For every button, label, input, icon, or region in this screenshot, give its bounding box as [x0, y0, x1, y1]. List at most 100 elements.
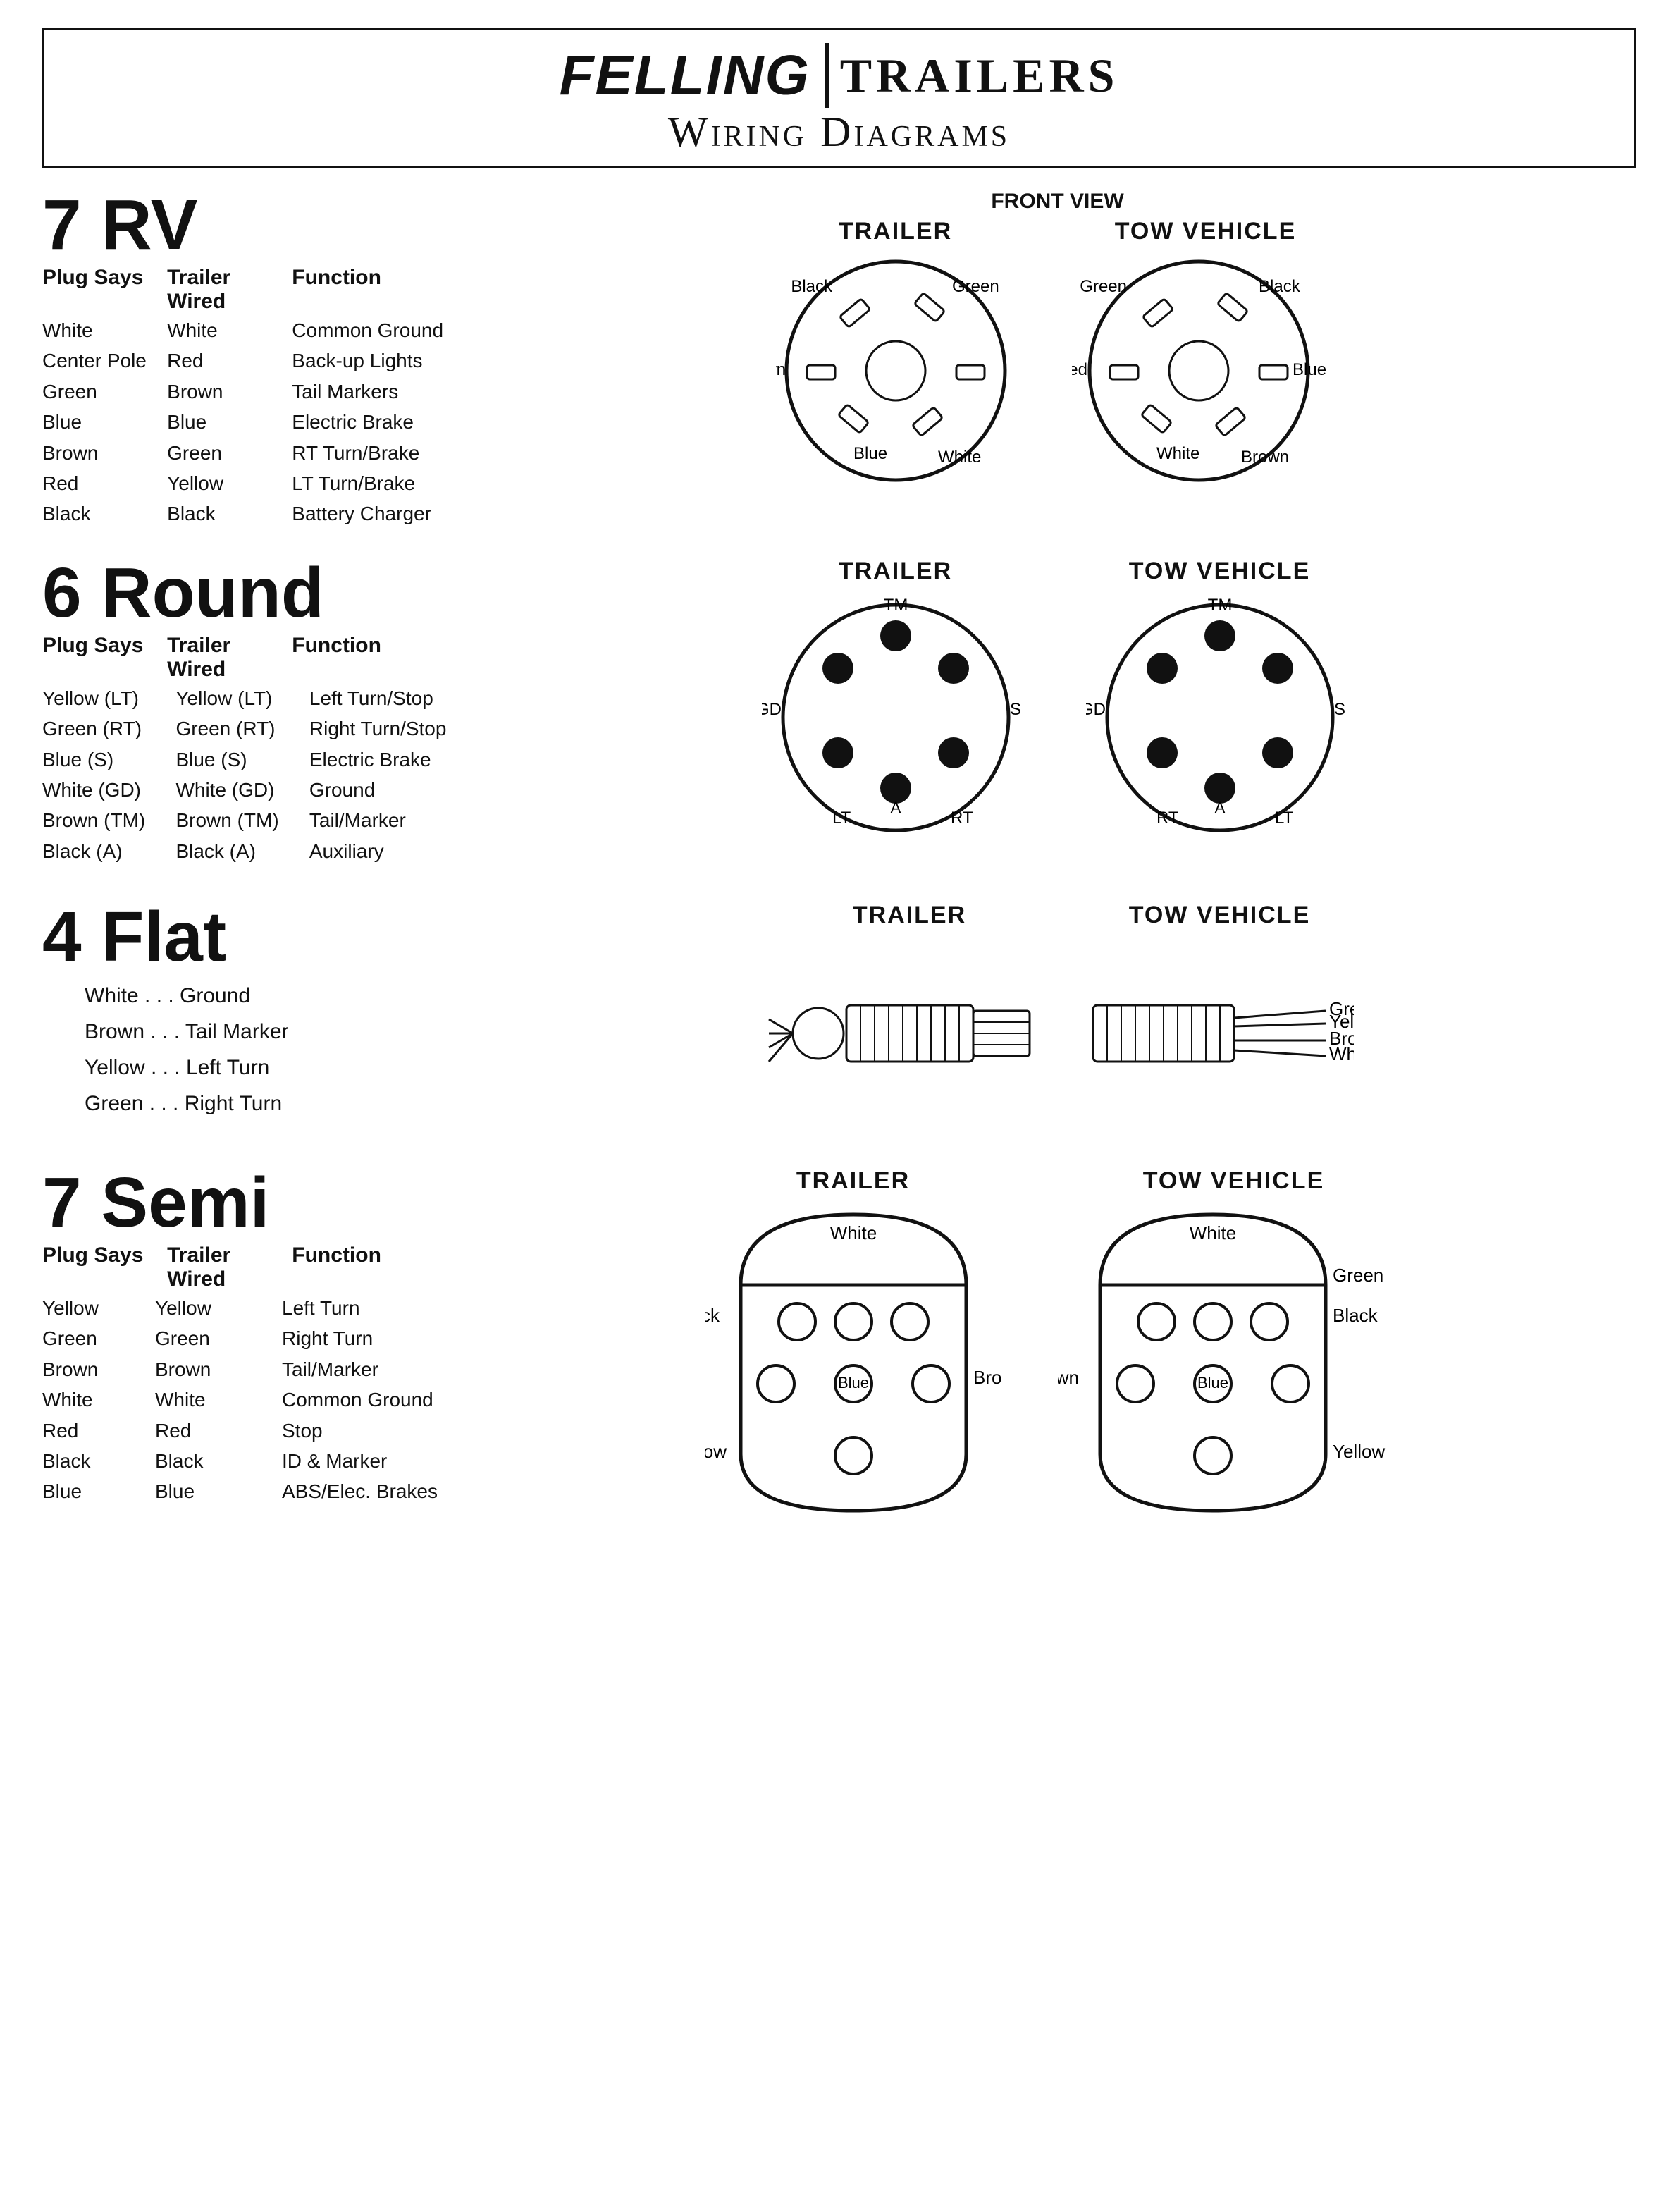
- table-row: Center Pole Red Back-up Lights: [42, 345, 479, 376]
- table-row: Green Brown Tail Markers: [42, 376, 479, 407]
- table-row: Black Black ID & Marker: [42, 1446, 479, 1476]
- table-row: Green (RT) Green (RT) Right Turn/Stop: [42, 713, 479, 744]
- flat4-item3: Yellow . . . Left Turn: [85, 1050, 479, 1086]
- table-row: White (GD) White (GD) Ground: [42, 775, 479, 805]
- svg-text:Yellow: Yellow: [705, 1441, 727, 1462]
- semi7-col-wired: Trailer Wired: [167, 1243, 292, 1291]
- header-brand: FELLING TRAILERS: [58, 43, 1620, 108]
- flat4-tow-container: TOW VEHICLE: [1086, 902, 1354, 1132]
- round6-trailer-svg: TM GD LT RT S A: [762, 591, 1030, 844]
- rv7-diagram-row: TRAILER: [479, 218, 1636, 491]
- svg-text:LT: LT: [1275, 809, 1294, 828]
- rv7-rows: White White Common Ground Center Pole Re…: [42, 315, 479, 529]
- svg-text:LT: LT: [832, 809, 851, 828]
- round6-table-header: Plug Says Trailer Wired Function: [42, 634, 479, 682]
- svg-text:White: White: [1189, 1222, 1235, 1243]
- semi7-tow-title: TOW VEHICLE: [1143, 1167, 1325, 1195]
- svg-text:Brown: Brown: [1058, 1367, 1079, 1388]
- table-row: White White Common Ground: [42, 1384, 479, 1415]
- svg-text:Blue: Blue: [853, 444, 887, 463]
- semi7-trailer-svg: White Black Blue Yellow Brown: [705, 1200, 1001, 1525]
- flat4-tow-svg: Green Yellow Brown White: [1086, 935, 1354, 1132]
- brand-felling: FELLING: [560, 43, 829, 108]
- flat4-left: 4 Flat White . . . Ground Brown . . . Ta…: [42, 902, 479, 1122]
- svg-text:Brown: Brown: [973, 1367, 1001, 1388]
- flat4-trailer-title: TRAILER: [853, 902, 966, 929]
- semi7-left: 7 Semi Plug Says Trailer Wired Function …: [42, 1167, 479, 1507]
- svg-text:Yellow: Yellow: [1333, 1441, 1385, 1462]
- svg-text:Black: Black: [705, 1305, 720, 1326]
- svg-text:White: White: [829, 1222, 876, 1243]
- rv7-col-plug: Plug Says: [42, 266, 167, 314]
- table-row: Blue Blue Electric Brake: [42, 407, 479, 437]
- round6-col-plug: Plug Says: [42, 634, 167, 682]
- svg-text:Black: Black: [791, 277, 833, 296]
- flat4-section: 4 Flat White . . . Ground Brown . . . Ta…: [42, 902, 1636, 1132]
- table-row: Black Black Battery Charger: [42, 498, 479, 529]
- table-row: Brown Brown Tail/Marker: [42, 1354, 479, 1384]
- svg-text:White: White: [1156, 444, 1199, 463]
- semi7-title: 7 Semi: [42, 1167, 479, 1238]
- svg-text:TM: TM: [1207, 596, 1232, 615]
- round6-tow-title: TOW VEHICLE: [1129, 558, 1311, 585]
- rv7-left: 7 RV Plug Says Trailer Wired Function Wh…: [42, 190, 479, 529]
- svg-text:A: A: [890, 799, 901, 816]
- table-row: Yellow Yellow Left Turn: [42, 1293, 479, 1323]
- semi7-tow-diagram: TOW VEHICLE White Black Blue Yellow: [1058, 1167, 1410, 1525]
- round6-col-func: Function: [292, 634, 479, 682]
- svg-text:S: S: [1334, 700, 1345, 719]
- round6-left: 6 Round Plug Says Trailer Wired Function…: [42, 558, 479, 866]
- svg-text:White: White: [1329, 1043, 1354, 1064]
- table-row: Black (A) Black (A) Auxiliary: [42, 836, 479, 866]
- rv7-trailer-title: TRAILER: [839, 218, 952, 245]
- rv7-trailer-svg: Black Green Brown Blue White: [776, 251, 1016, 491]
- front-view-label: FRONT VIEW: [479, 190, 1636, 214]
- flat4-diagram-row: TRAILER: [479, 902, 1636, 1132]
- table-row: Brown (TM) Brown (TM) Tail/Marker: [42, 805, 479, 835]
- flat4-trailer-container: TRAILER: [762, 902, 1058, 1132]
- semi7-col-plug: Plug Says: [42, 1243, 167, 1291]
- rv7-col-wired: Trailer Wired: [167, 266, 292, 314]
- svg-text:S: S: [1010, 700, 1021, 719]
- svg-text:Black: Black: [1259, 277, 1301, 296]
- svg-text:Blue: Blue: [1293, 360, 1326, 379]
- semi7-col-func: Function: [292, 1243, 479, 1291]
- rv7-col-func: Function: [292, 266, 479, 314]
- header-box: FELLING TRAILERS Wiring Diagrams: [42, 28, 1636, 168]
- svg-text:White: White: [938, 448, 981, 467]
- svg-text:TM: TM: [883, 596, 908, 615]
- svg-text:Brown: Brown: [776, 360, 786, 379]
- semi7-tow-svg: White Black Blue Yellow Green Brown: [1058, 1200, 1410, 1525]
- semi7-right: TRAILER: [479, 1167, 1636, 1525]
- round6-rows: Yellow (LT) Yellow (LT) Left Turn/Stop G…: [42, 683, 479, 866]
- semi7-section: 7 Semi Plug Says Trailer Wired Function …: [42, 1167, 1636, 1525]
- rv7-tow-svg: Green Black Red White Brown Blue: [1072, 251, 1340, 491]
- rv7-title: 7 RV: [42, 190, 479, 260]
- rv7-section: 7 RV Plug Says Trailer Wired Function Wh…: [42, 190, 1636, 529]
- table-row: White White Common Ground: [42, 315, 479, 345]
- semi7-diagram-row: TRAILER: [479, 1167, 1636, 1525]
- svg-text:Blue: Blue: [837, 1374, 868, 1391]
- semi7-trailer-title: TRAILER: [796, 1167, 910, 1195]
- table-row: Red Red Stop: [42, 1415, 479, 1446]
- flat4-trailer-svg: [762, 935, 1058, 1132]
- round6-trailer-diagram: TRAILER TM: [762, 558, 1030, 844]
- table-row: Red Yellow LT Turn/Brake: [42, 468, 479, 498]
- svg-text:Brown: Brown: [1241, 448, 1289, 467]
- semi7-rows: Yellow Yellow Left Turn Green Green Righ…: [42, 1293, 479, 1507]
- header-subtitle: Wiring Diagrams: [58, 108, 1620, 156]
- round6-right: TRAILER TM: [479, 558, 1636, 844]
- round6-title: 6 Round: [42, 558, 479, 628]
- svg-text:Red: Red: [1072, 360, 1087, 379]
- round6-tow-svg: TM GD RT LT S A: [1086, 591, 1354, 844]
- rv7-trailer-diagram: TRAILER: [776, 218, 1016, 491]
- round6-diagram-row: TRAILER TM: [479, 558, 1636, 844]
- rv7-tow-title: TOW VEHICLE: [1115, 218, 1297, 245]
- svg-text:Green: Green: [1333, 1265, 1383, 1286]
- svg-text:Blue: Blue: [1197, 1374, 1228, 1391]
- rv7-table-header: Plug Says Trailer Wired Function: [42, 266, 479, 314]
- table-row: Green Green Right Turn: [42, 1323, 479, 1353]
- rv7-tow-diagram: TOW VEHICLE Green Black Red White Brown: [1072, 218, 1340, 491]
- svg-text:RT: RT: [951, 809, 973, 828]
- flat4-tow-title: TOW VEHICLE: [1129, 902, 1311, 929]
